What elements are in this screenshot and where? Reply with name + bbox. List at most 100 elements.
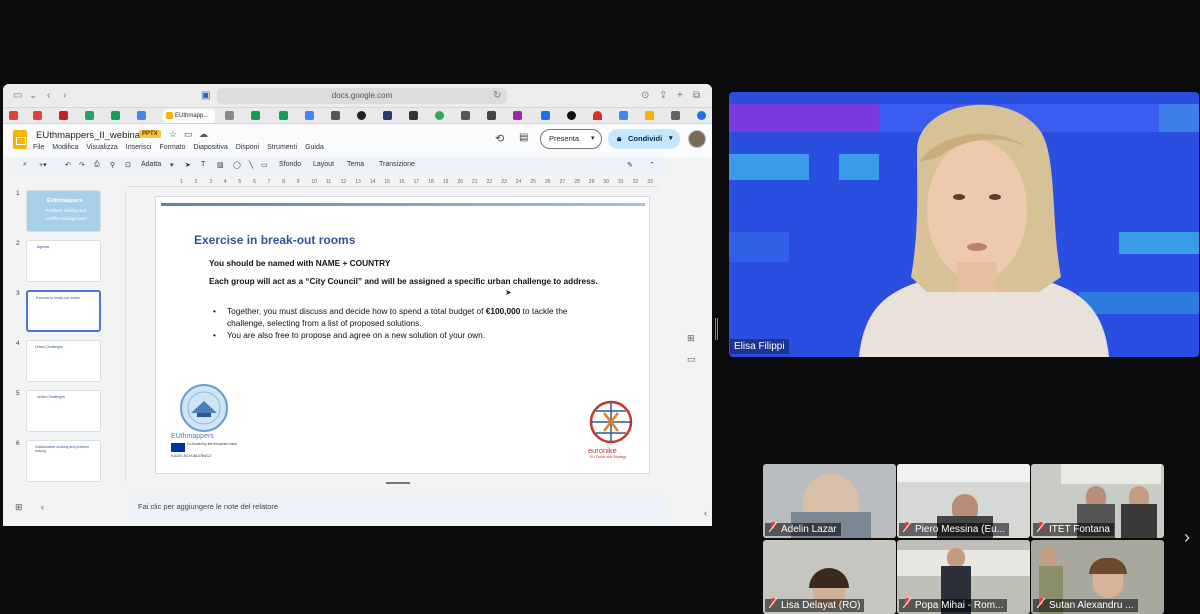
menu-view[interactable]: Visualizza xyxy=(86,144,117,151)
sheets-tab-icon[interactable] xyxy=(111,111,120,120)
menu-edit[interactable]: Modifica xyxy=(52,144,78,151)
layout-button[interactable]: Layout xyxy=(313,161,334,168)
docs-tab-icon[interactable] xyxy=(137,111,146,120)
chevron-down-icon[interactable]: ▾ xyxy=(669,129,673,149)
menu-arrange[interactable]: Disponi xyxy=(236,144,259,151)
text-box-icon[interactable]: T xyxy=(201,161,205,168)
line-icon[interactable]: ╲ xyxy=(249,161,253,169)
new-slide-icon[interactable]: +▾ xyxy=(39,161,47,169)
tab-icon[interactable] xyxy=(567,111,576,120)
menu-insert[interactable]: Inserisci xyxy=(126,144,152,151)
slide-line-1[interactable]: You should be named with NAME + COUNTRY xyxy=(209,257,390,269)
tab-icon[interactable] xyxy=(331,111,340,120)
theme-button[interactable]: Tema xyxy=(347,161,364,168)
slide-canvas[interactable]: Exercise in break-out rooms You should b… xyxy=(155,196,650,474)
tab-icon[interactable] xyxy=(435,111,444,120)
share-icon[interactable]: ⇪ xyxy=(659,90,667,102)
participant-tile[interactable]: Popa Mihai - Rom... xyxy=(897,540,1030,614)
transition-button[interactable]: Transizione xyxy=(379,161,415,168)
select-cursor-icon[interactable]: ➤ xyxy=(185,161,191,169)
comment-icon[interactable]: ▤ xyxy=(519,132,528,143)
sheets-tab-icon[interactable] xyxy=(279,111,288,120)
participant-tile[interactable]: ITET Fontana xyxy=(1031,464,1164,538)
zoom-select[interactable]: Adatta xyxy=(141,161,161,168)
share-button[interactable]: 🔒︎ Condividi ▾ xyxy=(608,129,680,149)
comment-add-icon[interactable]: ▭ xyxy=(261,161,268,169)
speaker-notes[interactable]: Fai clic per aggiungere le note del rela… xyxy=(128,495,666,519)
slide-thumbnail-5[interactable]: Urban Challenges xyxy=(26,390,101,432)
slide-thumbnail-2[interactable]: Agenda xyxy=(26,240,101,282)
chevron-down-icon[interactable]: ⌄ xyxy=(29,90,37,102)
tab-icon[interactable] xyxy=(409,111,418,120)
tab-icon[interactable] xyxy=(671,111,680,120)
reload-icon[interactable]: ↻ xyxy=(493,90,501,102)
present-button[interactable]: Presenta ▾ xyxy=(540,129,602,149)
slide-bullet-1[interactable]: Together, you must discuss and decide ho… xyxy=(213,305,583,329)
notes-resize-handle[interactable] xyxy=(386,482,410,484)
slide-thumbnail-6[interactable]: Collaborative working and problem solvin… xyxy=(26,440,101,482)
cloud-icon[interactable]: ☁ xyxy=(199,129,208,140)
active-tab[interactable]: EUthmapp... xyxy=(163,109,215,123)
zoom-icon[interactable]: ⊡ xyxy=(125,161,131,169)
undo-icon[interactable]: ↶ xyxy=(65,161,71,169)
menu-tools[interactable]: Strumenti xyxy=(267,144,297,151)
gmail-tab-icon[interactable] xyxy=(59,111,68,120)
gallery-next-icon[interactable]: › xyxy=(1184,527,1190,548)
tab-icon[interactable] xyxy=(305,111,314,120)
download-icon[interactable]: ⊙ xyxy=(641,90,649,102)
tab-icon[interactable] xyxy=(593,111,602,120)
participant-tile[interactable]: Lisa Delayat (RO) xyxy=(763,540,896,614)
slide-thumbnail-3[interactable]: Exercise in break-out rooms xyxy=(26,290,101,332)
drive-tab-icon[interactable] xyxy=(85,111,94,120)
tab-icon[interactable] xyxy=(487,111,496,120)
menu-file[interactable]: File xyxy=(33,144,44,151)
search-icon[interactable]: ⌕ xyxy=(23,161,27,169)
menu-help[interactable]: Guida xyxy=(305,144,324,151)
forward-icon[interactable]: › xyxy=(63,90,66,102)
participant-tile[interactable]: Piero Messina (Eu... xyxy=(897,464,1030,538)
tab-icon[interactable] xyxy=(225,111,234,120)
print-icon[interactable]: ⎙ xyxy=(94,161,100,169)
explore-icon[interactable]: ⊞ xyxy=(687,333,695,344)
gmail-tab-icon[interactable] xyxy=(33,111,42,120)
redo-icon[interactable]: ↷ xyxy=(79,161,85,169)
chevron-down-icon[interactable]: ▾ xyxy=(170,161,174,169)
tab-icon[interactable] xyxy=(645,111,654,120)
new-tab-icon[interactable]: + xyxy=(677,90,683,102)
menu-slide[interactable]: Diapositiva xyxy=(194,144,228,151)
grid-view-icon[interactable]: ⊞ xyxy=(15,502,23,513)
participant-tile[interactable]: Sutan Alexandru ... xyxy=(1031,540,1164,614)
image-icon[interactable]: ▨ xyxy=(217,161,224,169)
collapse-panel-icon[interactable]: ‹ xyxy=(704,508,707,518)
star-icon[interactable]: ☆ xyxy=(169,129,177,140)
shape-icon[interactable]: ◯ xyxy=(233,161,241,169)
history-icon[interactable]: ⟲ xyxy=(495,132,504,145)
folder-icon[interactable]: ▭ xyxy=(184,129,193,140)
collapse-toolbar-icon[interactable]: ⌃ xyxy=(649,161,655,169)
tab-icon[interactable] xyxy=(461,111,470,120)
account-avatar[interactable] xyxy=(688,130,706,148)
slide-bullet-2[interactable]: You are also free to propose and agree o… xyxy=(213,329,583,341)
slide-thumbnail-1[interactable]: EUthmappers Problem solving and conflict… xyxy=(26,190,101,232)
paint-format-icon[interactable]: ⚲ xyxy=(110,161,115,169)
collapse-filmstrip-icon[interactable]: ‹ xyxy=(41,502,44,512)
pen-icon[interactable]: ✎ xyxy=(627,161,633,169)
back-icon[interactable]: ‹ xyxy=(47,90,50,102)
tab-overview-icon[interactable]: ⧉ xyxy=(693,90,700,102)
slide-thumbnail-4[interactable]: Urban Challenges xyxy=(26,340,101,382)
tab-icon[interactable] xyxy=(697,111,706,120)
tab-icon[interactable] xyxy=(357,111,366,120)
gmail-tab-icon[interactable] xyxy=(9,111,18,120)
panel-resize-handle[interactable] xyxy=(715,318,718,340)
sidebar-icon[interactable]: ▭ xyxy=(13,90,22,102)
tab-icon[interactable] xyxy=(383,111,392,120)
background-button[interactable]: Sfondo xyxy=(279,161,301,168)
address-bar[interactable]: docs.google.com xyxy=(217,88,507,104)
chevron-down-icon[interactable]: ▾ xyxy=(591,130,595,148)
active-speaker-video[interactable] xyxy=(729,92,1199,357)
tab-icon[interactable] xyxy=(251,111,260,120)
menu-format[interactable]: Formato xyxy=(159,144,185,151)
slide-line-2[interactable]: Each group will act as a “City Council” … xyxy=(209,275,599,287)
document-title[interactable]: EUthmappers_II_webinar xyxy=(36,130,143,141)
folder-icon[interactable]: ▭ xyxy=(687,354,696,365)
